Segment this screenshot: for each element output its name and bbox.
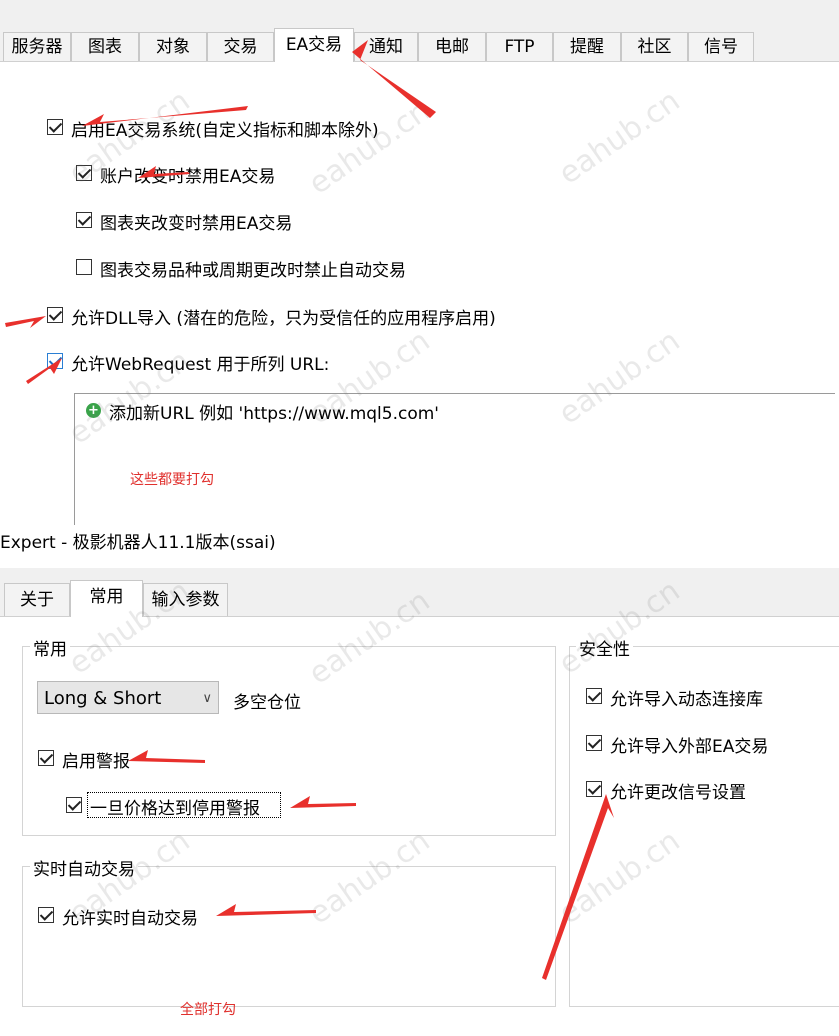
allow-external-ea-label: 允许导入外部EA交易 <box>610 737 769 757</box>
allow-webrequest-label: 允许WebRequest 用于所列 URL: <box>71 355 330 375</box>
disable-alert-on-price-checkbox[interactable] <box>66 797 82 813</box>
annotation-note-top: 这些都要打勾 <box>130 472 214 488</box>
expert-window-title: Expert - 极影机器人11.1版本(ssai) <box>0 533 276 553</box>
add-icon[interactable]: + <box>86 403 101 418</box>
disable-on-profile-change-label: 图表夹改变时禁用EA交易 <box>100 214 293 234</box>
tab-alerts[interactable]: 提醒 <box>553 32 621 61</box>
enable-alerts-label: 启用警报 <box>62 752 130 772</box>
allow-dll-import-checkbox[interactable] <box>47 307 63 323</box>
tab-server[interactable]: 服务器 <box>3 32 71 61</box>
chevron-down-icon: ∨ <box>202 691 212 706</box>
position-select-caption: 多空仓位 <box>233 693 301 713</box>
enable-alerts-checkbox[interactable] <box>38 750 54 766</box>
realtime-group-title: 实时自动交易 <box>30 855 138 880</box>
tab-charts[interactable]: 图表 <box>71 32 139 61</box>
window-title-strip <box>0 0 839 16</box>
disable-on-symbol-change-checkbox[interactable] <box>76 259 92 275</box>
tab-expert-advisors[interactable]: EA交易 <box>274 28 354 62</box>
allow-external-ea-checkbox[interactable] <box>586 735 602 751</box>
allow-dll-import-label: 允许DLL导入 (潜在的危险，只为受信任的应用程序启用) <box>71 309 496 329</box>
tab-trade[interactable]: 交易 <box>207 32 274 61</box>
disable-alert-on-price-label: 一旦价格达到停用警报 <box>90 799 260 819</box>
position-select[interactable]: Long & Short ∨ <box>37 681 219 714</box>
tab-community[interactable]: 社区 <box>621 32 688 61</box>
enable-ea-label: 启用EA交易系统(自定义指标和脚本除外) <box>71 121 379 141</box>
disable-on-account-change-label: 账户改变时禁用EA交易 <box>100 167 276 187</box>
tab-email[interactable]: 电邮 <box>418 32 486 61</box>
position-select-value: Long & Short <box>44 688 162 709</box>
allow-signal-change-checkbox[interactable] <box>586 781 602 797</box>
security-group-title: 安全性 <box>576 635 633 660</box>
tab-ftp[interactable]: FTP <box>486 32 553 61</box>
disable-on-symbol-change-label: 图表交易品种或周期更改时禁止自动交易 <box>100 261 406 281</box>
allow-signal-change-label: 允许更改信号设置 <box>610 783 746 803</box>
add-url-item[interactable]: 添加新URL 例如 'https://www.mql5.com' <box>109 399 439 424</box>
annotation-note-bottom: 全部打勾 <box>180 1002 236 1018</box>
allow-realtime-trading-checkbox[interactable] <box>38 907 54 923</box>
common-group-title: 常用 <box>30 635 70 660</box>
tab-objects[interactable]: 对象 <box>139 32 207 61</box>
options-window: 服务器 图表 对象 交易 EA交易 通知 电邮 FTP 提醒 社区 信号 启用E… <box>0 0 839 525</box>
tab-about[interactable]: 关于 <box>4 583 70 616</box>
allow-dll-checkbox[interactable] <box>586 688 602 704</box>
allow-webrequest-checkbox[interactable] <box>47 353 63 369</box>
allow-realtime-trading-label: 允许实时自动交易 <box>62 909 198 929</box>
tab-inputs[interactable]: 输入参数 <box>143 583 228 616</box>
realtime-group <box>22 866 556 1007</box>
tab-notifications[interactable]: 通知 <box>354 32 418 61</box>
tab-common[interactable]: 常用 <box>70 580 143 617</box>
disable-on-profile-change-checkbox[interactable] <box>76 212 92 228</box>
tab-signals[interactable]: 信号 <box>688 32 754 61</box>
enable-ea-checkbox[interactable] <box>47 119 63 135</box>
disable-on-account-change-checkbox[interactable] <box>76 165 92 181</box>
allow-dll-label: 允许导入动态连接库 <box>610 690 763 710</box>
